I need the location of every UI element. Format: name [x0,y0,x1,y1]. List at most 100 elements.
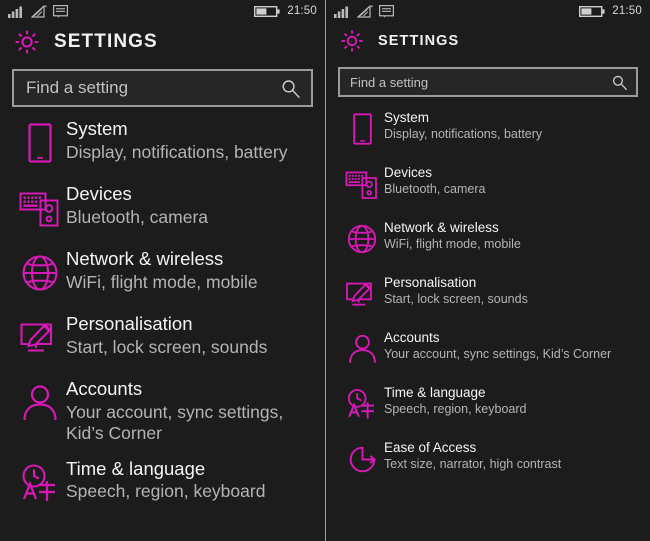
settings-list: System Display, notifications, battery D… [326,97,650,481]
account-icon [340,327,384,371]
status-bar: 21:50 [326,0,650,22]
status-bar-clock: 21:50 [612,5,642,17]
settings-item-system[interactable]: System Display, notifications, battery [14,117,315,169]
settings-item-ease-of-access[interactable]: Ease of Access Text size, narrator, high… [340,437,642,481]
devices-icon [340,162,384,206]
dual-screenshot-comparison: 21:50 SETTINGS Find a setting System Dis… [0,0,650,541]
account-icon [14,377,66,429]
settings-header: SETTINGS [0,22,325,62]
settings-item-accounts[interactable]: Accounts Your account, sync settings, Ki… [14,377,315,444]
settings-item-subtitle: Display, notifications, battery [384,127,543,142]
settings-item-text: Devices Bluetooth, camera [66,182,208,228]
settings-item-title: Network & wireless [66,248,224,269]
search-placeholder: Find a setting [26,78,129,97]
settings-item-text: Network & wireless WiFi, flight mode, mo… [384,217,521,252]
status-bar-right-icons: 21:50 [254,5,317,18]
settings-item-title: Time & language [384,385,486,400]
search-icon[interactable] [280,78,301,99]
wifi-icon [31,4,47,18]
personalisation-icon [14,312,66,364]
sms-icon [379,4,394,18]
settings-item-text: Personalisation Start, lock screen, soun… [66,312,267,358]
settings-item-subtitle: Start, lock screen, sounds [66,336,268,357]
phone-screen-small-text: 21:50 SETTINGS Find a setting System Dis… [325,0,650,541]
status-bar-clock: 21:50 [287,5,317,17]
search-area: Find a setting [0,62,325,107]
settings-item-devices[interactable]: Devices Bluetooth, camera [14,182,315,234]
settings-item-subtitle: Speech, region, keyboard [384,402,527,417]
search-icon[interactable] [611,74,628,91]
settings-item-network-wireless[interactable]: Network & wireless WiFi, flight mode, mo… [14,247,315,299]
settings-item-subtitle: Text size, narrator, high contrast [384,457,562,472]
search-placeholder: Find a setting [350,74,429,90]
phone-icon [340,107,384,151]
gear-icon [14,29,40,55]
devices-icon [14,182,66,234]
settings-item-personalisation[interactable]: Personalisation Start, lock screen, soun… [14,312,315,364]
search-area: Find a setting [326,60,650,97]
time-language-icon [340,382,384,426]
settings-item-text: Time & language Speech, region, keyboard [66,457,265,503]
settings-item-text: System Display, notifications, battery [66,117,287,163]
signal-bars-icon [8,6,22,18]
ease-of-access-icon [340,437,384,481]
settings-item-text: System Display, notifications, battery [384,107,542,142]
settings-item-title: Devices [66,183,132,204]
settings-item-subtitle: Speech, region, keyboard [66,481,266,502]
settings-item-title: Personalisation [384,275,477,290]
settings-item-system[interactable]: System Display, notifications, battery [340,107,642,151]
settings-item-text: Accounts Your account, sync settings, Ki… [384,327,611,362]
page-title: SETTINGS [378,33,460,49]
settings-item-subtitle: Your account, sync settings, Kid’s Corne… [384,347,612,362]
wifi-icon [357,4,373,18]
personalisation-icon [340,272,384,316]
globe-icon [340,217,384,261]
phone-screen-large-text: 21:50 SETTINGS Find a setting System Dis… [0,0,325,541]
settings-item-title: Network & wireless [384,220,499,235]
settings-item-text: Accounts Your account, sync settings, Ki… [66,377,283,444]
search-input[interactable]: Find a setting [12,69,313,107]
settings-item-text: Devices Bluetooth, camera [384,162,485,197]
settings-item-subtitle: Display, notifications, battery [66,141,288,162]
settings-item-time-language[interactable]: Time & language Speech, region, keyboard [14,457,315,509]
settings-item-title: Accounts [384,330,440,345]
settings-list: System Display, notifications, battery D… [0,107,325,509]
signal-bars-icon [334,6,348,18]
settings-item-accounts[interactable]: Accounts Your account, sync settings, Ki… [340,327,642,371]
settings-item-text: Time & language Speech, region, keyboard [384,382,526,417]
settings-item-devices[interactable]: Devices Bluetooth, camera [340,162,642,206]
status-bar-left-icons [8,4,68,18]
settings-header: SETTINGS [326,22,650,60]
settings-item-title: Time & language [66,457,206,479]
time-language-icon [14,457,66,509]
settings-item-personalisation[interactable]: Personalisation Start, lock screen, soun… [340,272,642,316]
settings-item-title: Devices [384,165,433,180]
status-bar-left-icons [334,4,394,18]
settings-item-text: Ease of Access Text size, narrator, high… [384,437,561,472]
settings-item-time-language[interactable]: Time & language Speech, region, keyboard [340,382,642,426]
page-title: SETTINGS [54,31,158,52]
settings-item-text: Network & wireless WiFi, flight mode, mo… [66,247,258,293]
settings-item-text: Personalisation Start, lock screen, soun… [384,272,528,307]
settings-item-title: Accounts [66,378,143,399]
settings-item-subtitle: Bluetooth, camera [66,206,209,227]
status-bar: 21:50 [0,0,325,22]
settings-item-subtitle: Start, lock screen, sounds [384,292,528,307]
globe-icon [14,247,66,299]
sms-icon [53,4,68,18]
phone-icon [14,117,66,169]
gear-icon [340,29,364,53]
settings-item-network-wireless[interactable]: Network & wireless WiFi, flight mode, mo… [340,217,642,261]
settings-item-subtitle: WiFi, flight mode, mobile [66,271,258,292]
battery-icon [579,5,605,17]
search-input[interactable]: Find a setting [338,67,638,97]
settings-item-subtitle: Bluetooth, camera [384,182,486,197]
settings-item-title: System [66,118,128,139]
status-bar-right-icons: 21:50 [579,5,642,18]
battery-icon [254,5,280,17]
settings-item-title: Ease of Access [384,440,477,455]
settings-item-subtitle: WiFi, flight mode, mobile [384,237,521,252]
settings-item-subtitle-line1: Your account, sync settings, [66,401,284,422]
settings-item-title: System [384,110,430,125]
settings-item-title: Personalisation [66,313,193,334]
